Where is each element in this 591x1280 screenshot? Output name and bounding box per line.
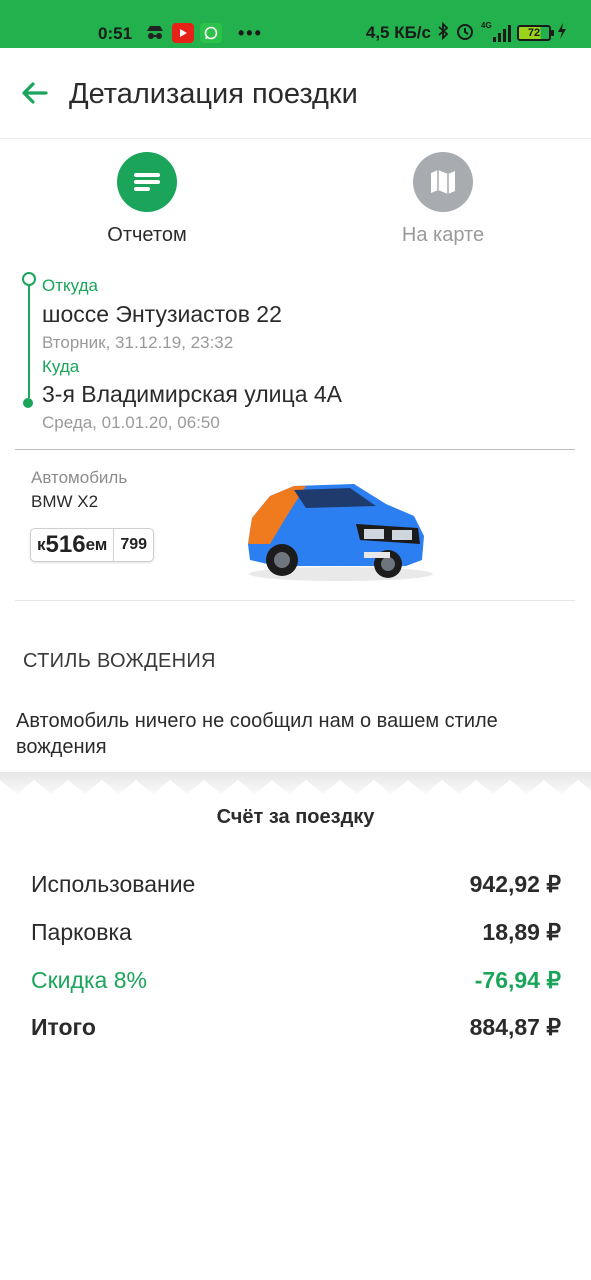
- bill-row-amount: 942,92 ₽: [469, 871, 561, 897]
- notification-icons: •••: [144, 23, 263, 43]
- view-report-button[interactable]: Отчетом: [82, 152, 212, 247]
- youtube-icon: [172, 23, 194, 43]
- more-notifications-icon: •••: [238, 22, 263, 43]
- network-speed: 4,5 КБ/с: [365, 23, 431, 42]
- status-time: 0:51: [98, 24, 133, 43]
- battery-icon: 72: [517, 25, 554, 41]
- plate-main: к 516 ем: [31, 529, 115, 561]
- from-address: шоссе Энтузиастов 22: [42, 301, 282, 327]
- driving-style-text: Автомобиль ничего не сообщил нам о вашем…: [16, 710, 498, 758]
- bill-row-label: Итого: [31, 1014, 96, 1040]
- app-header: Детализация поездки: [0, 48, 591, 139]
- plate-region: 799: [120, 536, 148, 553]
- map-icon: [413, 152, 473, 212]
- status-bar: 0:51 ••• 4,5 КБ/с 4G 72: [0, 0, 591, 48]
- bill-row-usage: Использование 942,92 ₽: [31, 871, 561, 898]
- view-map-label: На карте: [401, 224, 485, 246]
- view-map-button[interactable]: На карте: [378, 152, 508, 247]
- route-line: [28, 280, 30, 398]
- route-end-dot: [23, 398, 33, 408]
- route-divider: [15, 449, 575, 450]
- bill-row-label: Скидка 8%: [31, 967, 147, 993]
- car-image: [248, 484, 433, 581]
- signal-icon: 4G: [481, 21, 511, 43]
- bill-row-label: Использование: [31, 871, 196, 897]
- car-model: BMW X2: [31, 492, 99, 511]
- plate-number: 516: [45, 531, 86, 558]
- page-title: Детализация поездки: [69, 78, 358, 110]
- to-label: Куда: [42, 357, 80, 376]
- driving-style-title: СТИЛЬ ВОЖДЕНИЯ: [23, 650, 216, 672]
- route-start-dot: [22, 272, 36, 286]
- bluetooth-icon: [437, 21, 449, 45]
- bill-title: Счёт за поездку: [216, 806, 375, 828]
- bill-row-total: Итого 884,87 ₽: [31, 1014, 561, 1041]
- charging-icon: [557, 22, 567, 45]
- receipt-zigzag-edge: [0, 772, 591, 802]
- whatsapp-icon: [200, 23, 222, 43]
- report-list-icon: [117, 152, 177, 212]
- battery-level: 72: [527, 27, 541, 39]
- alarm-icon: [455, 21, 475, 46]
- to-time: Среда, 01.01.20, 06:50: [42, 413, 220, 432]
- bill-row-label: Парковка: [31, 919, 132, 945]
- bill-row-amount: 18,89 ₽: [482, 919, 561, 945]
- license-plate: к 516 ем 799: [30, 528, 155, 562]
- bill-row-discount: Скидка 8% -76,94 ₽: [31, 967, 561, 994]
- status-right: 4,5 КБ/с 4G 72: [365, 21, 567, 46]
- view-report-label: Отчетом: [107, 224, 187, 246]
- network-type: 4G: [481, 21, 492, 30]
- plate-letters: ем: [85, 535, 108, 554]
- bill-row-amount: -76,94 ₽: [474, 967, 561, 993]
- from-label: Откуда: [42, 276, 98, 295]
- plate-letter: к: [37, 535, 46, 554]
- car-divider: [15, 600, 575, 601]
- bill-row-parking: Парковка 18,89 ₽: [31, 919, 561, 946]
- from-time: Вторник, 31.12.19, 23:32: [42, 333, 234, 352]
- bill-row-amount: 884,87 ₽: [469, 1014, 561, 1040]
- to-address: 3-я Владимирская улица 4А: [42, 381, 343, 407]
- back-arrow-icon[interactable]: [18, 76, 52, 110]
- car-label: Автомобиль: [31, 468, 128, 487]
- incognito-icon: [144, 23, 166, 43]
